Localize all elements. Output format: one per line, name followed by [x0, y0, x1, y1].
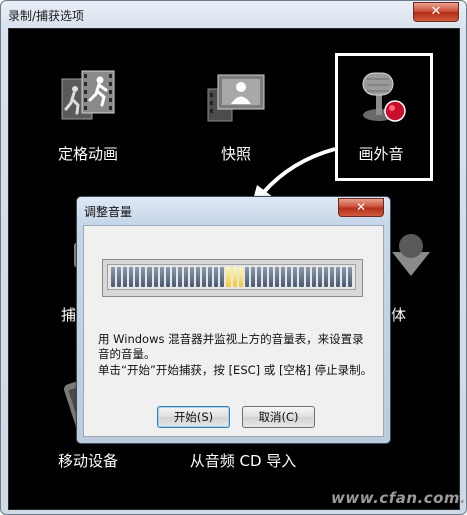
meter-segment: [177, 267, 182, 287]
meter-segment: [317, 267, 322, 287]
meter-segment: [341, 267, 347, 287]
meter-segment: [305, 267, 310, 287]
meter-segment: [123, 267, 128, 287]
meter-segment: [226, 267, 231, 287]
meter-segment: [311, 267, 316, 287]
start-button[interactable]: 开始(S): [157, 406, 230, 428]
dialog-close-button[interactable]: ✕: [338, 198, 384, 217]
meter-segment: [256, 267, 261, 287]
dialog-title: 调整音量: [84, 205, 133, 219]
meter-segment: [129, 267, 134, 287]
meter-segment: [275, 267, 280, 287]
meter-segment: [159, 267, 164, 287]
volume-meter: [102, 259, 363, 297]
meter-segment: [141, 267, 146, 287]
meter-segment: [202, 267, 207, 287]
meter-segment: [183, 267, 189, 287]
meter-segment: [348, 267, 353, 287]
watermark: www.cfan.com.cn: [331, 489, 467, 507]
meter-segment: [220, 267, 225, 287]
meter-segment: [147, 267, 152, 287]
meter-segment: [335, 267, 340, 287]
dialog-body: 用 Windows 混音器并监视上方的音量表，来设置录音的音量。 单击“开始”开…: [83, 225, 384, 437]
meter-segment: [293, 267, 298, 287]
meter-segment: [329, 267, 334, 287]
meter-segment: [171, 267, 176, 287]
volume-meter-segments: [107, 264, 356, 290]
meter-segment: [111, 267, 116, 287]
meter-segment: [269, 267, 274, 287]
meter-segment: [135, 267, 140, 287]
meter-segment: [323, 267, 328, 287]
meter-segment: [196, 267, 201, 287]
instruction-text: 用 Windows 混音器并监视上方的音量表，来设置录音的音量。: [98, 332, 364, 361]
meter-segment: [299, 267, 304, 287]
hint-text: 单击“开始”开始捕获，按 [ESC] 或 [空格] 停止录制。: [98, 363, 373, 377]
meter-segment: [208, 267, 213, 287]
meter-segment: [244, 267, 249, 287]
cancel-button[interactable]: 取消(C): [242, 406, 315, 428]
meter-segment: [262, 267, 268, 287]
meter-segment: [190, 267, 195, 287]
meter-segment: [281, 267, 286, 287]
meter-segment: [153, 267, 158, 287]
meter-segment: [214, 267, 219, 287]
meter-segment: [238, 267, 243, 287]
meter-segment: [287, 267, 292, 287]
adjust-volume-dialog: 调整音量 ✕ 用 Windows 混音器并监视上方的音量表，来设置录音的音量。 …: [76, 196, 391, 444]
meter-segment: [232, 267, 237, 287]
meter-segment: [165, 267, 170, 287]
meter-segment: [250, 267, 255, 287]
meter-segment: [117, 267, 122, 287]
